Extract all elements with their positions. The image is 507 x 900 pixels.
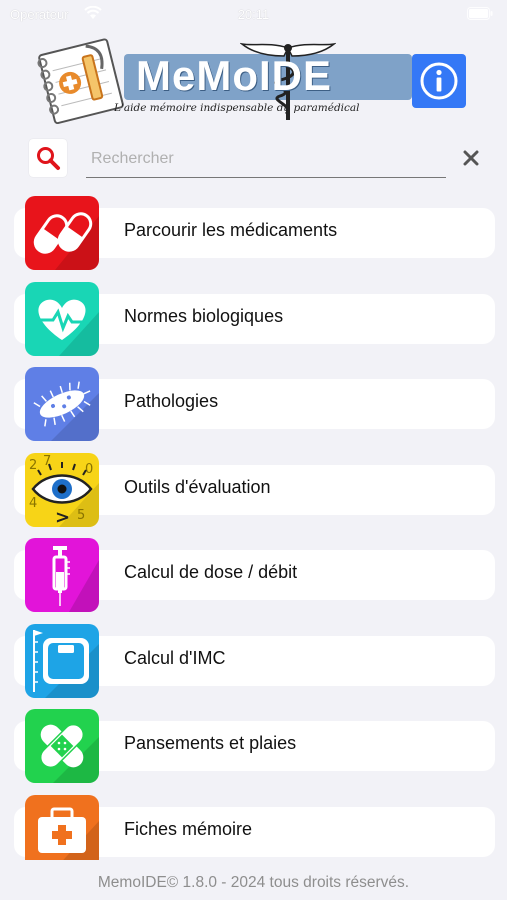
menu-item-label: Pathologies [124, 391, 219, 411]
logo-tagline: L'aide mémoire indispensable du paramédi… [114, 102, 360, 114]
svg-text:2: 2 [29, 458, 37, 473]
menu-item-pansements[interactable]: Pansements et plaies [14, 709, 495, 783]
svg-text:4: 4 [29, 496, 37, 511]
search-button[interactable] [29, 139, 67, 177]
first-aid-kit-icon [25, 795, 99, 860]
svg-text:5: 5 [77, 508, 85, 523]
menu-item-normes-biologiques[interactable]: Normes biologiques [14, 282, 495, 356]
bacteria-icon [25, 367, 99, 441]
menu-item-pathologies[interactable]: Pathologies [14, 367, 495, 441]
close-icon [463, 150, 479, 166]
info-button[interactable] [412, 54, 466, 108]
logo-title: MeMoIDE [136, 52, 332, 99]
battery-icon [467, 7, 493, 20]
status-bar: Operateur 20:11 [0, 0, 507, 28]
menu-item-calcul-imc[interactable]: Calcul d'IMC [14, 624, 495, 698]
search-icon [37, 147, 60, 170]
menu-item-label: Calcul de dose / débit [124, 562, 298, 582]
bandage-icon [25, 709, 99, 783]
svg-text:>: > [55, 507, 70, 527]
clock: 20:11 [237, 7, 270, 22]
footer-copyright: MemoIDE© 1.8.0 - 2024 tous droits réserv… [0, 864, 507, 900]
menu-item-label: Pansements et plaies [124, 733, 297, 753]
menu-item-label: Parcourir les médicaments [124, 220, 338, 240]
app-logo: MeMoIDE L'aide mémoire indispensable du … [32, 38, 412, 124]
menu-item-medicaments[interactable]: Parcourir les médicaments [14, 196, 495, 270]
menu-item-label: Calcul d'IMC [124, 648, 226, 668]
menu-item-calcul-dose[interactable]: Calcul de dose / débit [14, 538, 495, 612]
heart-pulse-icon [25, 282, 99, 356]
clear-search-button[interactable] [458, 145, 484, 171]
menu-item-fiches-memoire[interactable]: Fiches mémoire [14, 795, 495, 860]
menu-item-outils-evaluation[interactable]: 27450 > Outils d'évaluation [14, 453, 495, 527]
pills-icon [25, 196, 99, 270]
svg-text:0: 0 [85, 462, 93, 477]
menu-item-label: Outils d'évaluation [124, 477, 271, 497]
syringe-icon [25, 538, 99, 612]
menu-item-label: Normes biologiques [124, 306, 284, 326]
menu-item-label: Fiches mémoire [124, 819, 253, 839]
scale-icon [25, 624, 99, 698]
info-icon [420, 62, 458, 100]
eye-chart-icon: 27450 > [25, 453, 99, 527]
menu-list: Parcourir les médicaments Normes biologi… [0, 190, 507, 860]
search-input[interactable] [86, 140, 446, 178]
